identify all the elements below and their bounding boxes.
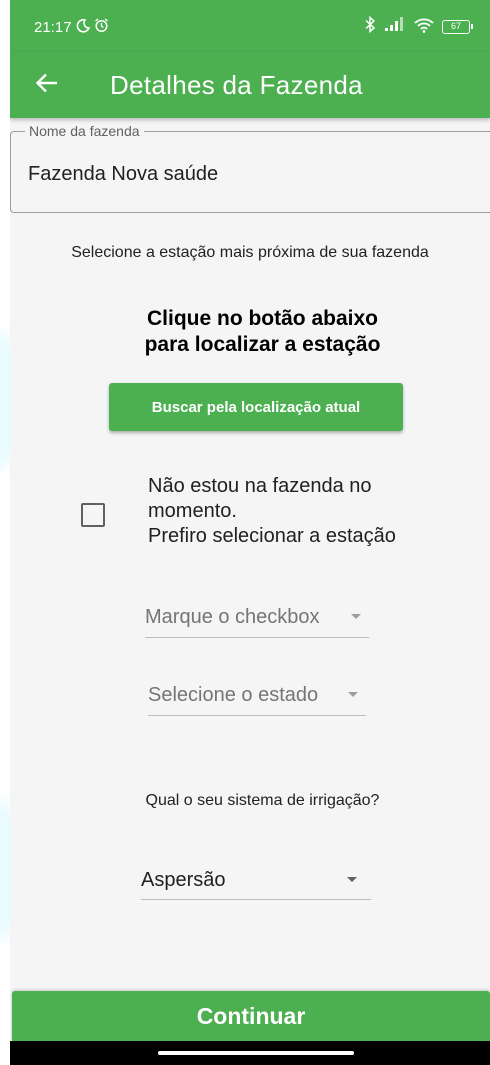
alarm-icon bbox=[94, 18, 109, 37]
system-nav-bar bbox=[10, 1041, 490, 1065]
status-left: 21:17 bbox=[34, 18, 109, 37]
manual-selection-label-line1: Não estou na fazenda no bbox=[148, 475, 372, 497]
manual-selection-label-line2: momento. bbox=[148, 500, 237, 522]
back-button[interactable] bbox=[26, 64, 68, 106]
station-instruction: Selecione a estação mais próxima de sua … bbox=[71, 244, 429, 261]
caret-down-icon bbox=[347, 877, 357, 882]
battery-icon: 67 bbox=[442, 19, 473, 34]
home-indicator[interactable] bbox=[158, 1051, 354, 1055]
wifi-icon bbox=[414, 17, 434, 37]
continue-button[interactable]: Continuar bbox=[12, 991, 490, 1041]
station-dropdown-hint: Marque o checkbox bbox=[145, 606, 320, 628]
irrigation-dropdown[interactable]: Aspersão bbox=[141, 869, 371, 900]
locate-heading: Clique no botão abaixo para localizar a … bbox=[10, 306, 490, 358]
signal-icon bbox=[384, 17, 406, 36]
state-dropdown-hint: Selecione o estado bbox=[148, 684, 319, 706]
farm-name-field[interactable]: Nome da fazenda Fazenda Nova saúde bbox=[10, 123, 490, 213]
station-dropdown[interactable]: Marque o checkbox bbox=[145, 606, 369, 638]
page-title: Detalhes da Fazenda bbox=[110, 70, 363, 100]
farm-name-label: Nome da fazenda bbox=[25, 123, 144, 139]
locate-current-position-button[interactable]: Buscar pela localização atual bbox=[109, 383, 403, 431]
status-right: 67 bbox=[364, 15, 473, 37]
manual-selection-checkbox[interactable] bbox=[81, 503, 105, 527]
irrigation-question: Qual o seu sistema de irrigação? bbox=[145, 792, 380, 809]
manual-selection-label-line3: Prefiro selecionar a estação bbox=[148, 525, 396, 547]
manual-selection-label: Não estou na fazenda no momento. Prefiro… bbox=[148, 474, 396, 549]
irrigation-selected: Aspersão bbox=[141, 869, 226, 891]
app-window: 21:17 67 Detalhes da Fazenda Nome da faz… bbox=[10, 0, 490, 1065]
moon-icon bbox=[76, 18, 90, 37]
locate-heading-line2: para localizar a estação bbox=[144, 333, 381, 356]
status-bar: 21:17 67 bbox=[10, 0, 490, 52]
locate-heading-line1: Clique no botão abaixo bbox=[146, 307, 378, 330]
bluetooth-icon bbox=[364, 15, 376, 37]
caret-down-icon bbox=[348, 692, 358, 697]
screen: 21:17 67 Detalhes da Fazenda Nome da faz… bbox=[0, 0, 490, 1065]
state-dropdown[interactable]: Selecione o estado bbox=[148, 684, 366, 716]
status-time: 21:17 bbox=[34, 19, 72, 36]
arrow-left-icon bbox=[35, 73, 58, 98]
caret-down-icon bbox=[351, 614, 361, 619]
app-bar: Detalhes da Fazenda bbox=[10, 52, 490, 118]
farm-name-value: Fazenda Nova saúde bbox=[28, 163, 219, 185]
